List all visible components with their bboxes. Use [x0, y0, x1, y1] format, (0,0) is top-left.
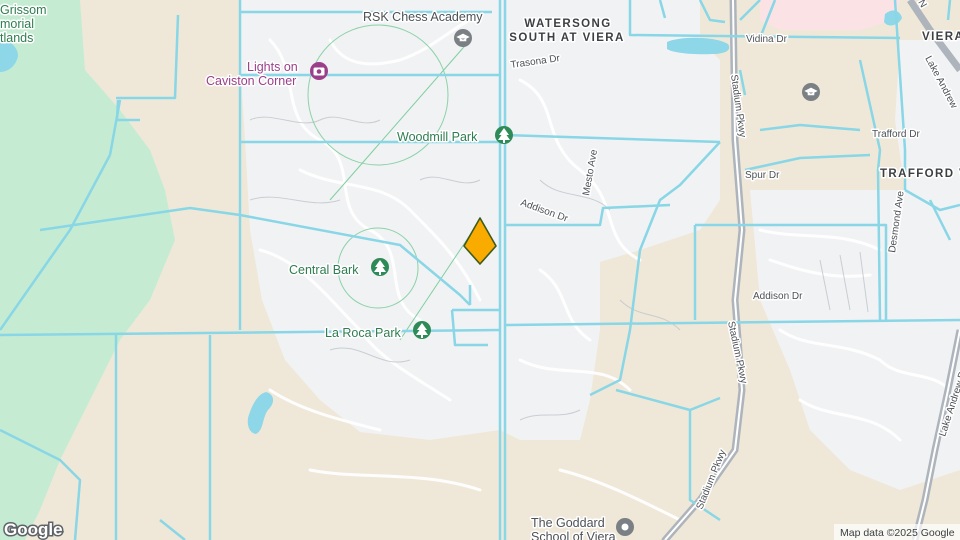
poi-label-lights-1: Lights on [247, 60, 298, 74]
camera-lens [316, 69, 322, 74]
google-logo: Google [4, 520, 63, 539]
poi-label-central: Central Bark [289, 263, 359, 277]
street-label-addison-b: Addison Dr [753, 291, 803, 302]
street-label-vidina: Vidina Dr [746, 34, 788, 45]
poi-label-laroca: La Roca Park [325, 326, 401, 340]
attribution-text: Map data ©2025 Google [840, 527, 955, 539]
street-label-spur: Spur Dr [745, 170, 780, 181]
school-glyph [621, 523, 629, 531]
poi-label-lights-2: Caviston Corner [206, 74, 296, 88]
poi-label-goddard-1: The Goddard [531, 516, 605, 530]
area-label-grissom-1: Grissom [0, 3, 47, 17]
map-canvas[interactable]: WATERSONG SOUTH AT VIERA VIERA TRAFFORD … [0, 0, 960, 540]
area-label-viera: VIERA [922, 31, 960, 43]
poi-label-goddard-2: School of Viera [531, 530, 616, 540]
area-label-watersong-2: SOUTH AT VIERA [509, 32, 624, 44]
area-label-watersong-1: WATERSONG [524, 18, 611, 30]
area-label-trafford: TRAFFORD V [880, 168, 960, 180]
poi-label-woodmill: Woodmill Park [397, 130, 478, 144]
area-label-grissom-2: morial [0, 17, 34, 31]
poi-label-rsk: RSK Chess Academy [363, 10, 483, 24]
street-label-trafford: Trafford Dr [872, 129, 920, 140]
poi-school-northeast[interactable] [802, 83, 820, 101]
area-label-grissom-3: tlands [0, 31, 33, 45]
